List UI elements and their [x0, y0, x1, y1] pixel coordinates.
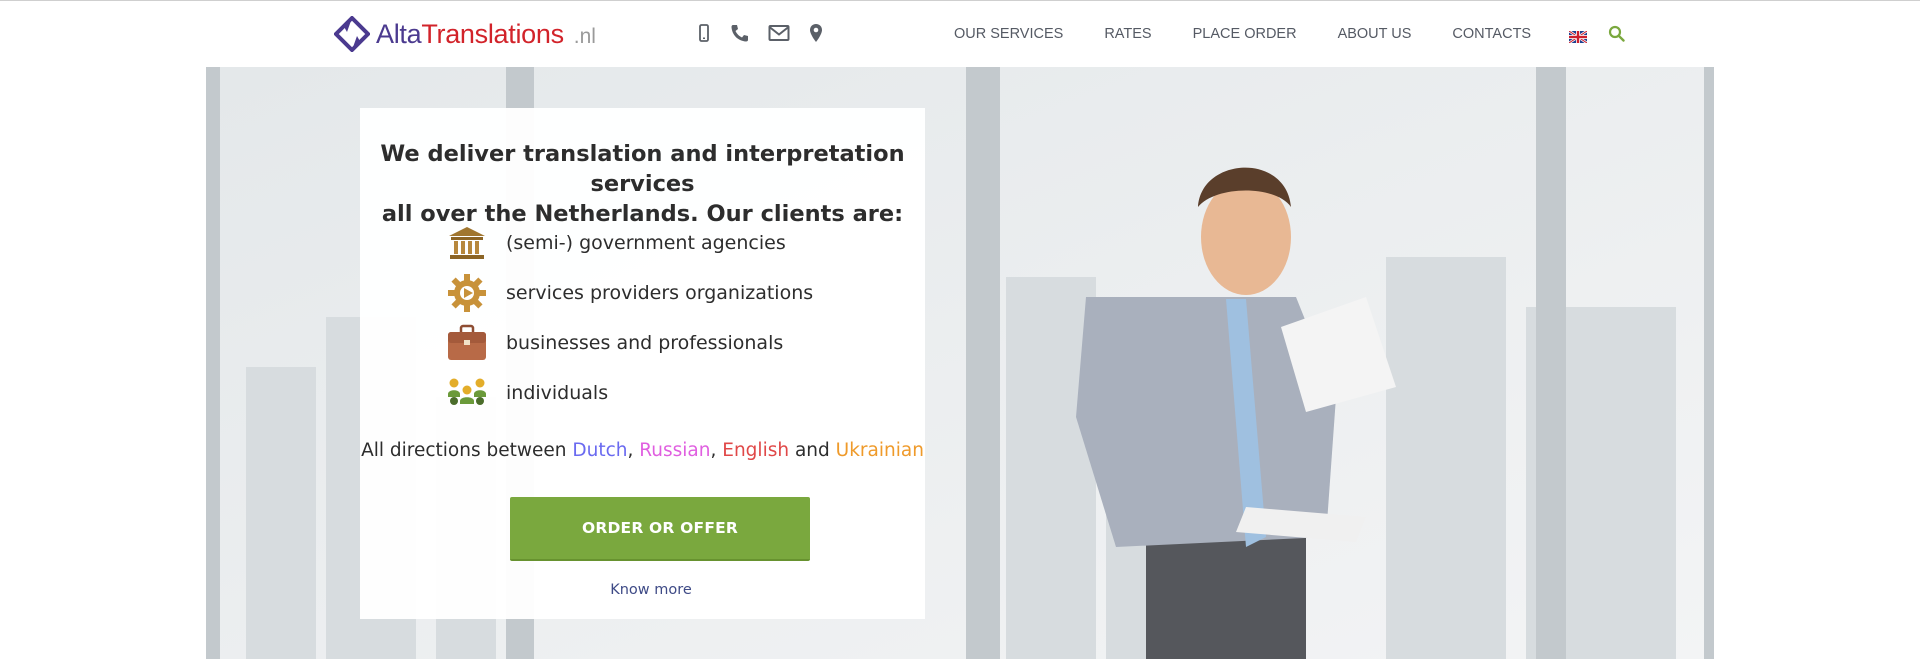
nav-our-services[interactable]: OUR SERVICES [954, 26, 1063, 42]
site-header: AltaTranslations .nl OUR SERVICES RATES … [206, 1, 1714, 67]
government-building-icon [446, 222, 488, 264]
language-dutch: Dutch [572, 440, 628, 461]
hero-banner: We deliver translation and interpretatio… [206, 67, 1714, 659]
hero-heading: We deliver translation and interpretatio… [380, 141, 905, 227]
logo-mark-icon [334, 16, 370, 52]
logo[interactable]: AltaTranslations .nl [334, 14, 596, 54]
briefcase-icon [446, 322, 488, 364]
language-english: English [722, 440, 790, 461]
envelope-icon[interactable] [768, 24, 790, 42]
nav-about-us[interactable]: ABOUT US [1338, 26, 1412, 42]
client-label: individuals [506, 382, 609, 404]
language-russian: Russian [639, 440, 711, 461]
intro-card: We deliver translation and interpretatio… [360, 108, 925, 619]
list-item: (semi-) government agencies [446, 218, 813, 268]
language-directions: All directions between Dutch, Russian, E… [361, 440, 924, 461]
list-item: individuals [446, 368, 813, 418]
nav-place-order[interactable]: PLACE ORDER [1193, 26, 1297, 42]
logo-wordmark: AltaTranslations [376, 18, 564, 49]
client-label: services providers organizations [506, 282, 814, 304]
client-list: (semi-) government agencies services pro… [446, 218, 813, 418]
list-item: businesses and professionals [446, 318, 813, 368]
language-ukrainian: Ukrainian [835, 440, 924, 461]
client-label: businesses and professionals [506, 332, 784, 354]
phone-icon[interactable] [729, 24, 749, 42]
gear-icon [446, 272, 488, 314]
search-icon[interactable] [1608, 25, 1625, 42]
list-item: services providers organizations [446, 268, 813, 318]
contact-icons [698, 23, 823, 43]
logo-tld: .nl [573, 25, 596, 48]
nav-rates[interactable]: RATES [1104, 26, 1151, 42]
nav-contacts[interactable]: CONTACTS [1452, 26, 1531, 42]
uk-flag-icon[interactable] [1568, 28, 1588, 44]
know-more-link[interactable]: Know more [360, 582, 942, 598]
mobile-phone-icon[interactable] [698, 24, 710, 42]
map-marker-icon[interactable] [809, 23, 823, 43]
order-or-offer-button[interactable]: ORDER OR OFFER [510, 497, 810, 561]
people-icon [446, 372, 488, 414]
main-nav: OUR SERVICES RATES PLACE ORDER ABOUT US … [954, 25, 1625, 44]
client-label: (semi-) government agencies [506, 232, 786, 254]
